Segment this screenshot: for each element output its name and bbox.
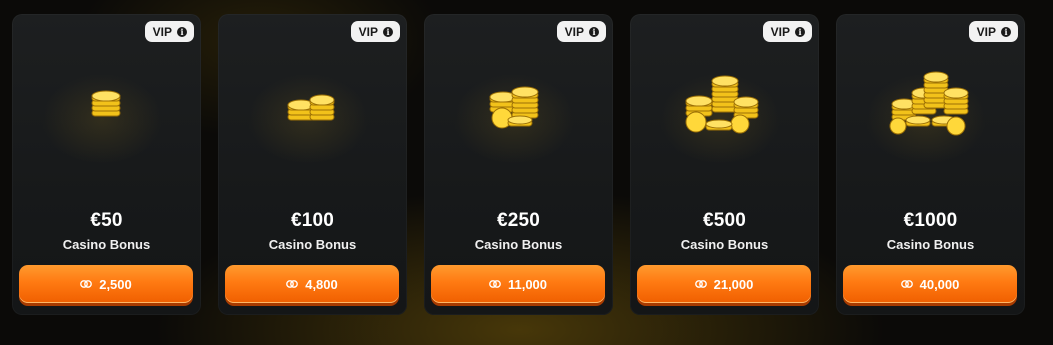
bonus-amount: €100 <box>290 210 335 231</box>
vip-label: VIP <box>770 24 790 39</box>
bonus-card[interactable]: VIP i €100 Casino Bonus 4,800 <box>218 14 407 315</box>
price-label: 21,000 <box>713 276 754 292</box>
buy-button[interactable]: 40,000 <box>843 265 1017 303</box>
buy-button[interactable]: 2,500 <box>19 265 193 303</box>
bonus-card[interactable]: VIP i €50 Casino Bonus 2,500 <box>12 14 201 315</box>
coins-icon <box>900 280 913 288</box>
gold-coin-stack-icon <box>287 94 335 121</box>
info-icon: i <box>177 26 187 37</box>
vip-label: VIP <box>152 24 172 39</box>
vip-badge[interactable]: VIP i <box>762 21 812 42</box>
coins-icon <box>694 280 707 288</box>
gold-coin-stack-icon <box>685 75 759 134</box>
buy-button[interactable]: 11,000 <box>431 265 605 303</box>
info-icon: i <box>589 26 599 37</box>
bonus-type-label: Casino Bonus <box>474 237 563 252</box>
bonus-type-label: Casino Bonus <box>62 237 151 252</box>
info-icon: i <box>795 26 805 37</box>
vip-badge[interactable]: VIP i <box>350 21 400 42</box>
bonus-type-label: Casino Bonus <box>886 237 975 252</box>
price-label: 11,000 <box>507 276 548 292</box>
buy-button[interactable]: 21,000 <box>637 265 811 303</box>
bonus-type-label: Casino Bonus <box>268 237 357 252</box>
gold-coin-stack-icon <box>889 71 969 136</box>
coins-icon <box>80 280 93 288</box>
price-label: 40,000 <box>919 276 960 292</box>
gold-coin-stack-icon <box>489 86 539 129</box>
vip-badge[interactable]: VIP i <box>144 21 194 42</box>
bonus-card[interactable]: VIP i <box>630 14 819 315</box>
vip-label: VIP <box>564 24 584 39</box>
price-label: 4,800 <box>305 276 338 292</box>
vip-label: VIP <box>358 24 378 39</box>
gold-coin-stack-icon <box>91 90 121 117</box>
bonus-amount: €50 <box>90 210 123 231</box>
bonus-card[interactable]: VIP i €250 Casino Bonus 11,000 <box>424 14 613 315</box>
price-label: 2,500 <box>99 276 132 292</box>
bonus-type-label: Casino Bonus <box>680 237 769 252</box>
info-icon: i <box>383 26 393 37</box>
bonus-amount: €250 <box>496 210 541 231</box>
buy-button[interactable]: 4,800 <box>225 265 399 303</box>
vip-label: VIP <box>976 24 996 39</box>
vip-badge[interactable]: VIP i <box>556 21 606 42</box>
vip-badge[interactable]: VIP i <box>968 21 1018 42</box>
coins-icon <box>286 280 299 288</box>
bonus-card[interactable]: VIP i <box>836 14 1025 315</box>
bonus-amount: €500 <box>702 210 747 231</box>
coins-icon <box>489 280 501 288</box>
bonus-card-row: VIP i €50 Casino Bonus 2,500 VIP i €100 … <box>12 14 1025 315</box>
bonus-amount: €1000 <box>903 210 958 231</box>
info-icon: i <box>1001 26 1011 37</box>
